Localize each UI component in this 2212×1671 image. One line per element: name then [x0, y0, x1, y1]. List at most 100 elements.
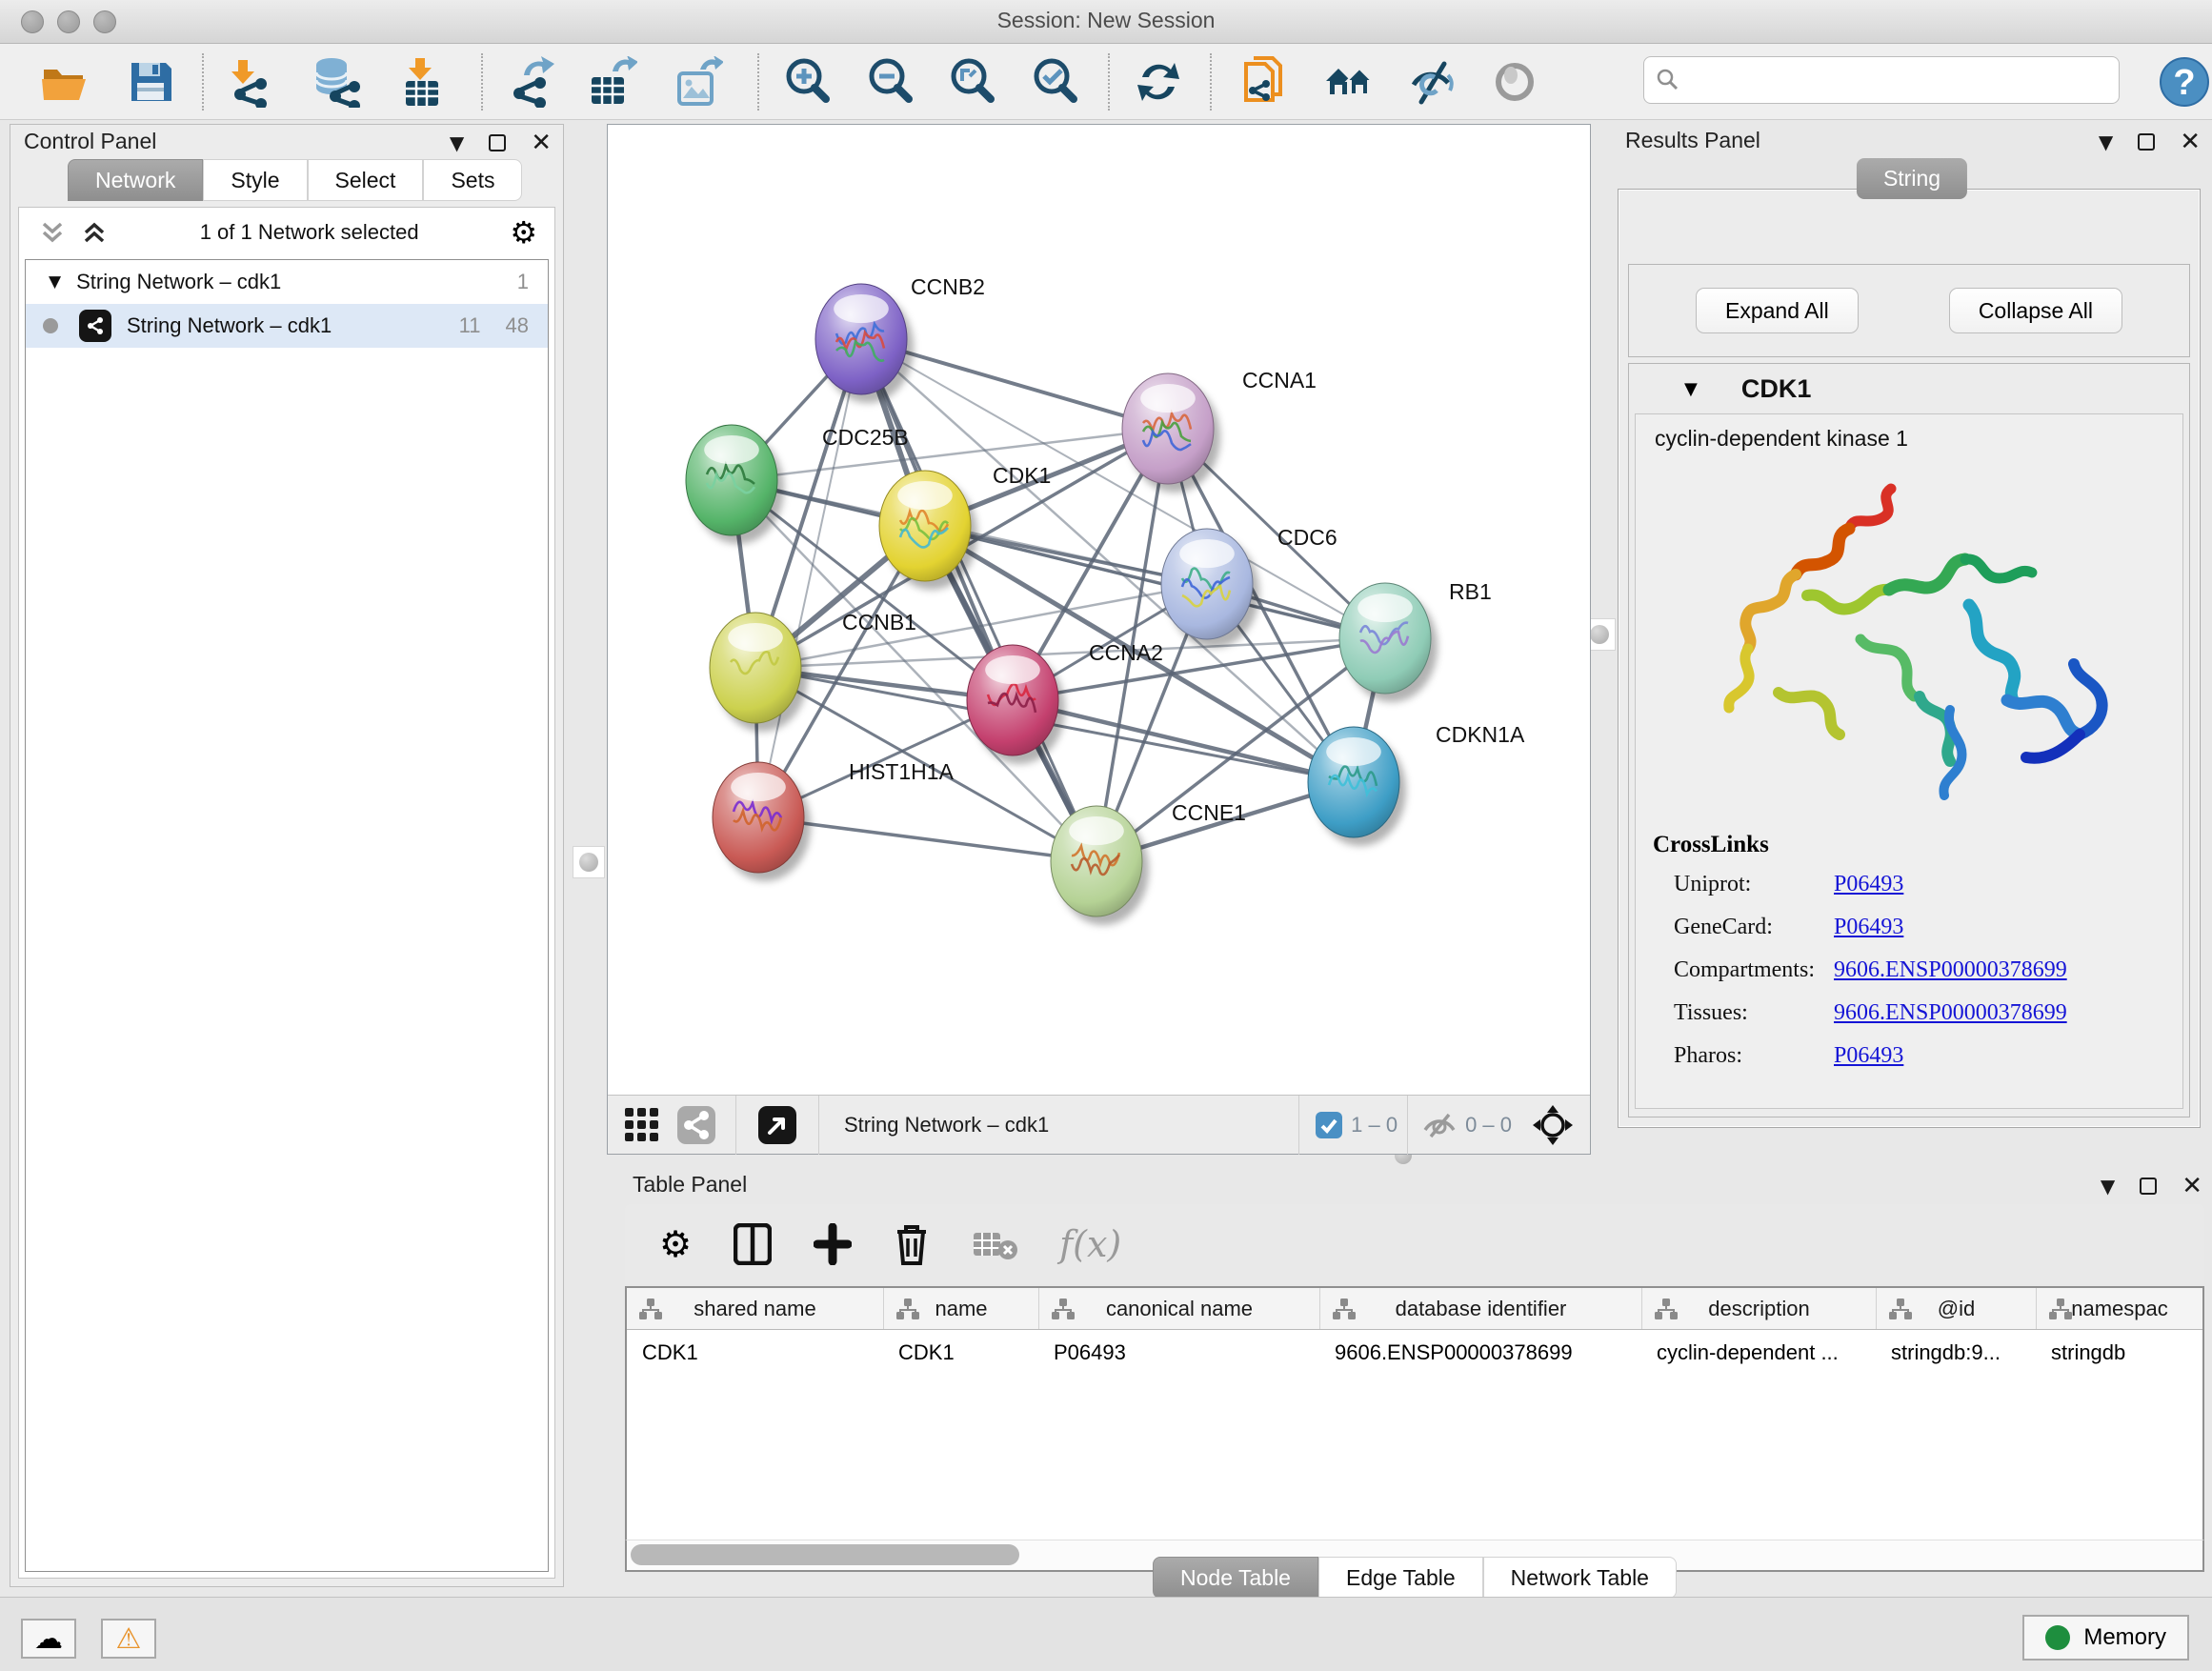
network-node-CCNA2[interactable]: CCNA2	[967, 640, 1163, 764]
tab-select[interactable]: Select	[308, 159, 424, 201]
network-view-panel: CCNB2 CCNA1 CDC25BCDK1 CDC6 RB1 CCNB1 CCNA2 CDK…	[607, 124, 1591, 1155]
zoom-selected-icon[interactable]	[1030, 56, 1081, 108]
network-canvas[interactable]: CCNB2 CCNA1 CDC25BCDK1 CDC6 RB1 CCNB1 CCNA2 CDK…	[608, 125, 1590, 1095]
homes-icon[interactable]	[1323, 56, 1375, 108]
zoom-in-icon[interactable]	[782, 56, 834, 108]
table-cell[interactable]: CDK1	[883, 1330, 1038, 1376]
network-node-RB1[interactable]: RB1	[1339, 579, 1492, 702]
expand-all-button[interactable]: Expand All	[1696, 288, 1859, 333]
crosslink-link[interactable]: P06493	[1834, 1043, 1903, 1068]
network-row[interactable]: String Network – cdk1 11 48	[26, 304, 548, 348]
tab-network-table[interactable]: Network Table	[1483, 1557, 1677, 1599]
column-header-database-identifier[interactable]: database identifier	[1319, 1288, 1641, 1329]
help-icon[interactable]: ?	[2159, 56, 2210, 108]
network-node-CDK1[interactable]: CDK1	[879, 463, 1051, 590]
network-node-CDKN1A[interactable]: CDKN1A	[1308, 722, 1525, 846]
collection-collapse-icon[interactable]: ▼	[49, 272, 61, 292]
import-table-icon[interactable]	[396, 56, 448, 108]
column-header-shared-name[interactable]: shared name	[627, 1288, 883, 1329]
control-panel-float-icon[interactable]	[489, 134, 506, 151]
node-table[interactable]: shared namenamecanonical namedatabase id…	[625, 1286, 2204, 1540]
show-columns-icon[interactable]	[734, 1223, 772, 1265]
network-node-CCNB2[interactable]: CCNB2	[815, 274, 985, 403]
detach-view-icon[interactable]	[757, 1105, 797, 1145]
column-header-canonical-name[interactable]: canonical name	[1038, 1288, 1319, 1329]
results-panel-menu-icon[interactable]: ▼	[2099, 132, 2113, 151]
zoom-out-icon[interactable]	[865, 56, 916, 108]
sphere-icon[interactable]	[1489, 56, 1540, 108]
table-cell[interactable]: cyclin-dependent ...	[1641, 1330, 1876, 1376]
cloud-status-button[interactable]: ☁	[21, 1619, 76, 1659]
results-panel-close-icon[interactable]: ✕	[2180, 130, 2201, 154]
control-panel-menu-icon[interactable]: ▼	[450, 133, 464, 152]
node-label-RB1: RB1	[1449, 579, 1492, 604]
selected-checkbox-icon[interactable]	[1315, 1111, 1343, 1139]
left-splitter-handle[interactable]	[573, 846, 605, 878]
network-node-CCNE1[interactable]: CCNE1	[1051, 800, 1246, 925]
table-panel-close-icon[interactable]: ✕	[2182, 1174, 2202, 1198]
search-input[interactable]	[1686, 61, 2105, 99]
table-cell[interactable]: 9606.ENSP00000378699	[1319, 1330, 1641, 1376]
grid-view-icon[interactable]	[623, 1106, 661, 1144]
results-panel-float-icon[interactable]	[2138, 133, 2155, 151]
save-session-icon[interactable]	[125, 56, 176, 108]
tab-network[interactable]: Network	[68, 159, 203, 201]
crosslink-link[interactable]: P06493	[1834, 872, 1903, 896]
column-header-namespac[interactable]: namespac	[2036, 1288, 2202, 1329]
table-panel-menu-icon[interactable]: ▼	[2101, 1177, 2115, 1196]
import-network-from-database-icon[interactable]	[311, 56, 362, 108]
hidden-eye-icon[interactable]	[1421, 1111, 1458, 1139]
tab-style[interactable]: Style	[203, 159, 307, 201]
network-node-CCNA1[interactable]: CCNA1	[1122, 368, 1317, 493]
column-header-description[interactable]: description	[1641, 1288, 1876, 1329]
export-network-icon[interactable]	[507, 56, 558, 108]
table-cell[interactable]: stringdb	[2036, 1330, 2202, 1376]
network-edge-CCNB2-HIST1H1A[interactable]	[758, 339, 861, 817]
crosslink-link[interactable]: 9606.ENSP00000378699	[1834, 1000, 2067, 1025]
collapse-all-icon[interactable]	[38, 218, 67, 247]
network-node-CDC6[interactable]: CDC6	[1161, 525, 1337, 648]
export-table-icon[interactable]	[586, 56, 637, 108]
table-row[interactable]: CDK1CDK1P064939606.ENSP00000378699cyclin…	[627, 1330, 2202, 1376]
column-header-name[interactable]: name	[883, 1288, 1038, 1329]
apply-layout-icon[interactable]	[1133, 56, 1184, 108]
entry-collapse-icon[interactable]: ▼	[1684, 379, 1698, 399]
table-cell[interactable]: stringdb:9...	[1876, 1330, 2036, 1376]
table-panel-float-icon[interactable]	[2140, 1178, 2157, 1195]
tab-sets[interactable]: Sets	[423, 159, 522, 201]
crosslink-link[interactable]: P06493	[1834, 915, 1903, 939]
export-image-icon[interactable]	[672, 56, 723, 108]
crosslink-link[interactable]: 9606.ENSP00000378699	[1834, 957, 2067, 982]
memory-button[interactable]: Memory	[2022, 1615, 2189, 1661]
tab-string[interactable]: String	[1857, 158, 1967, 199]
collapse-all-button[interactable]: Collapse All	[1949, 288, 2122, 333]
open-session-icon[interactable]	[39, 56, 90, 108]
network-share-view-icon[interactable]	[676, 1105, 716, 1145]
control-panel-close-icon[interactable]: ✕	[531, 131, 552, 155]
column-header--id[interactable]: @id	[1876, 1288, 2036, 1329]
birdseye-crosshair-icon[interactable]	[1531, 1103, 1575, 1147]
warnings-button[interactable]: ⚠	[101, 1619, 156, 1659]
cdk1-entry-header[interactable]: ▼ CDK1	[1629, 364, 2189, 413]
network-edge-CDC25B-RB1[interactable]	[732, 480, 1385, 638]
function-builder-icon[interactable]: f(x)	[1059, 1223, 1121, 1265]
network-collection-row[interactable]: ▼ String Network – cdk1 1	[26, 260, 548, 304]
network-node-HIST1H1A[interactable]: HIST1H1A	[713, 759, 955, 881]
table-cell[interactable]: CDK1	[627, 1330, 883, 1376]
network-node-CDC25B[interactable]: CDC25B	[686, 425, 909, 544]
tab-edge-table[interactable]: Edge Table	[1318, 1557, 1483, 1599]
network-node-CCNB1[interactable]: CCNB1	[710, 610, 916, 732]
delete-table-icon[interactable]	[972, 1227, 1017, 1261]
zoom-fit-icon[interactable]	[947, 56, 998, 108]
table-cell[interactable]: P06493	[1038, 1330, 1319, 1376]
add-column-icon[interactable]	[814, 1223, 852, 1265]
hide-ghost-eye-icon[interactable]	[1406, 56, 1458, 108]
tab-node-table[interactable]: Node Table	[1153, 1557, 1318, 1599]
expand-all-icon[interactable]	[80, 218, 109, 247]
scrollbar-thumb[interactable]	[631, 1544, 1019, 1565]
share-session-file-icon[interactable]	[1240, 56, 1292, 108]
table-settings-gear-icon[interactable]: ⚙	[659, 1223, 692, 1265]
delete-column-icon[interactable]	[894, 1222, 930, 1266]
network-options-gear-icon[interactable]: ⚙	[510, 214, 537, 251]
import-network-icon[interactable]	[225, 56, 276, 108]
